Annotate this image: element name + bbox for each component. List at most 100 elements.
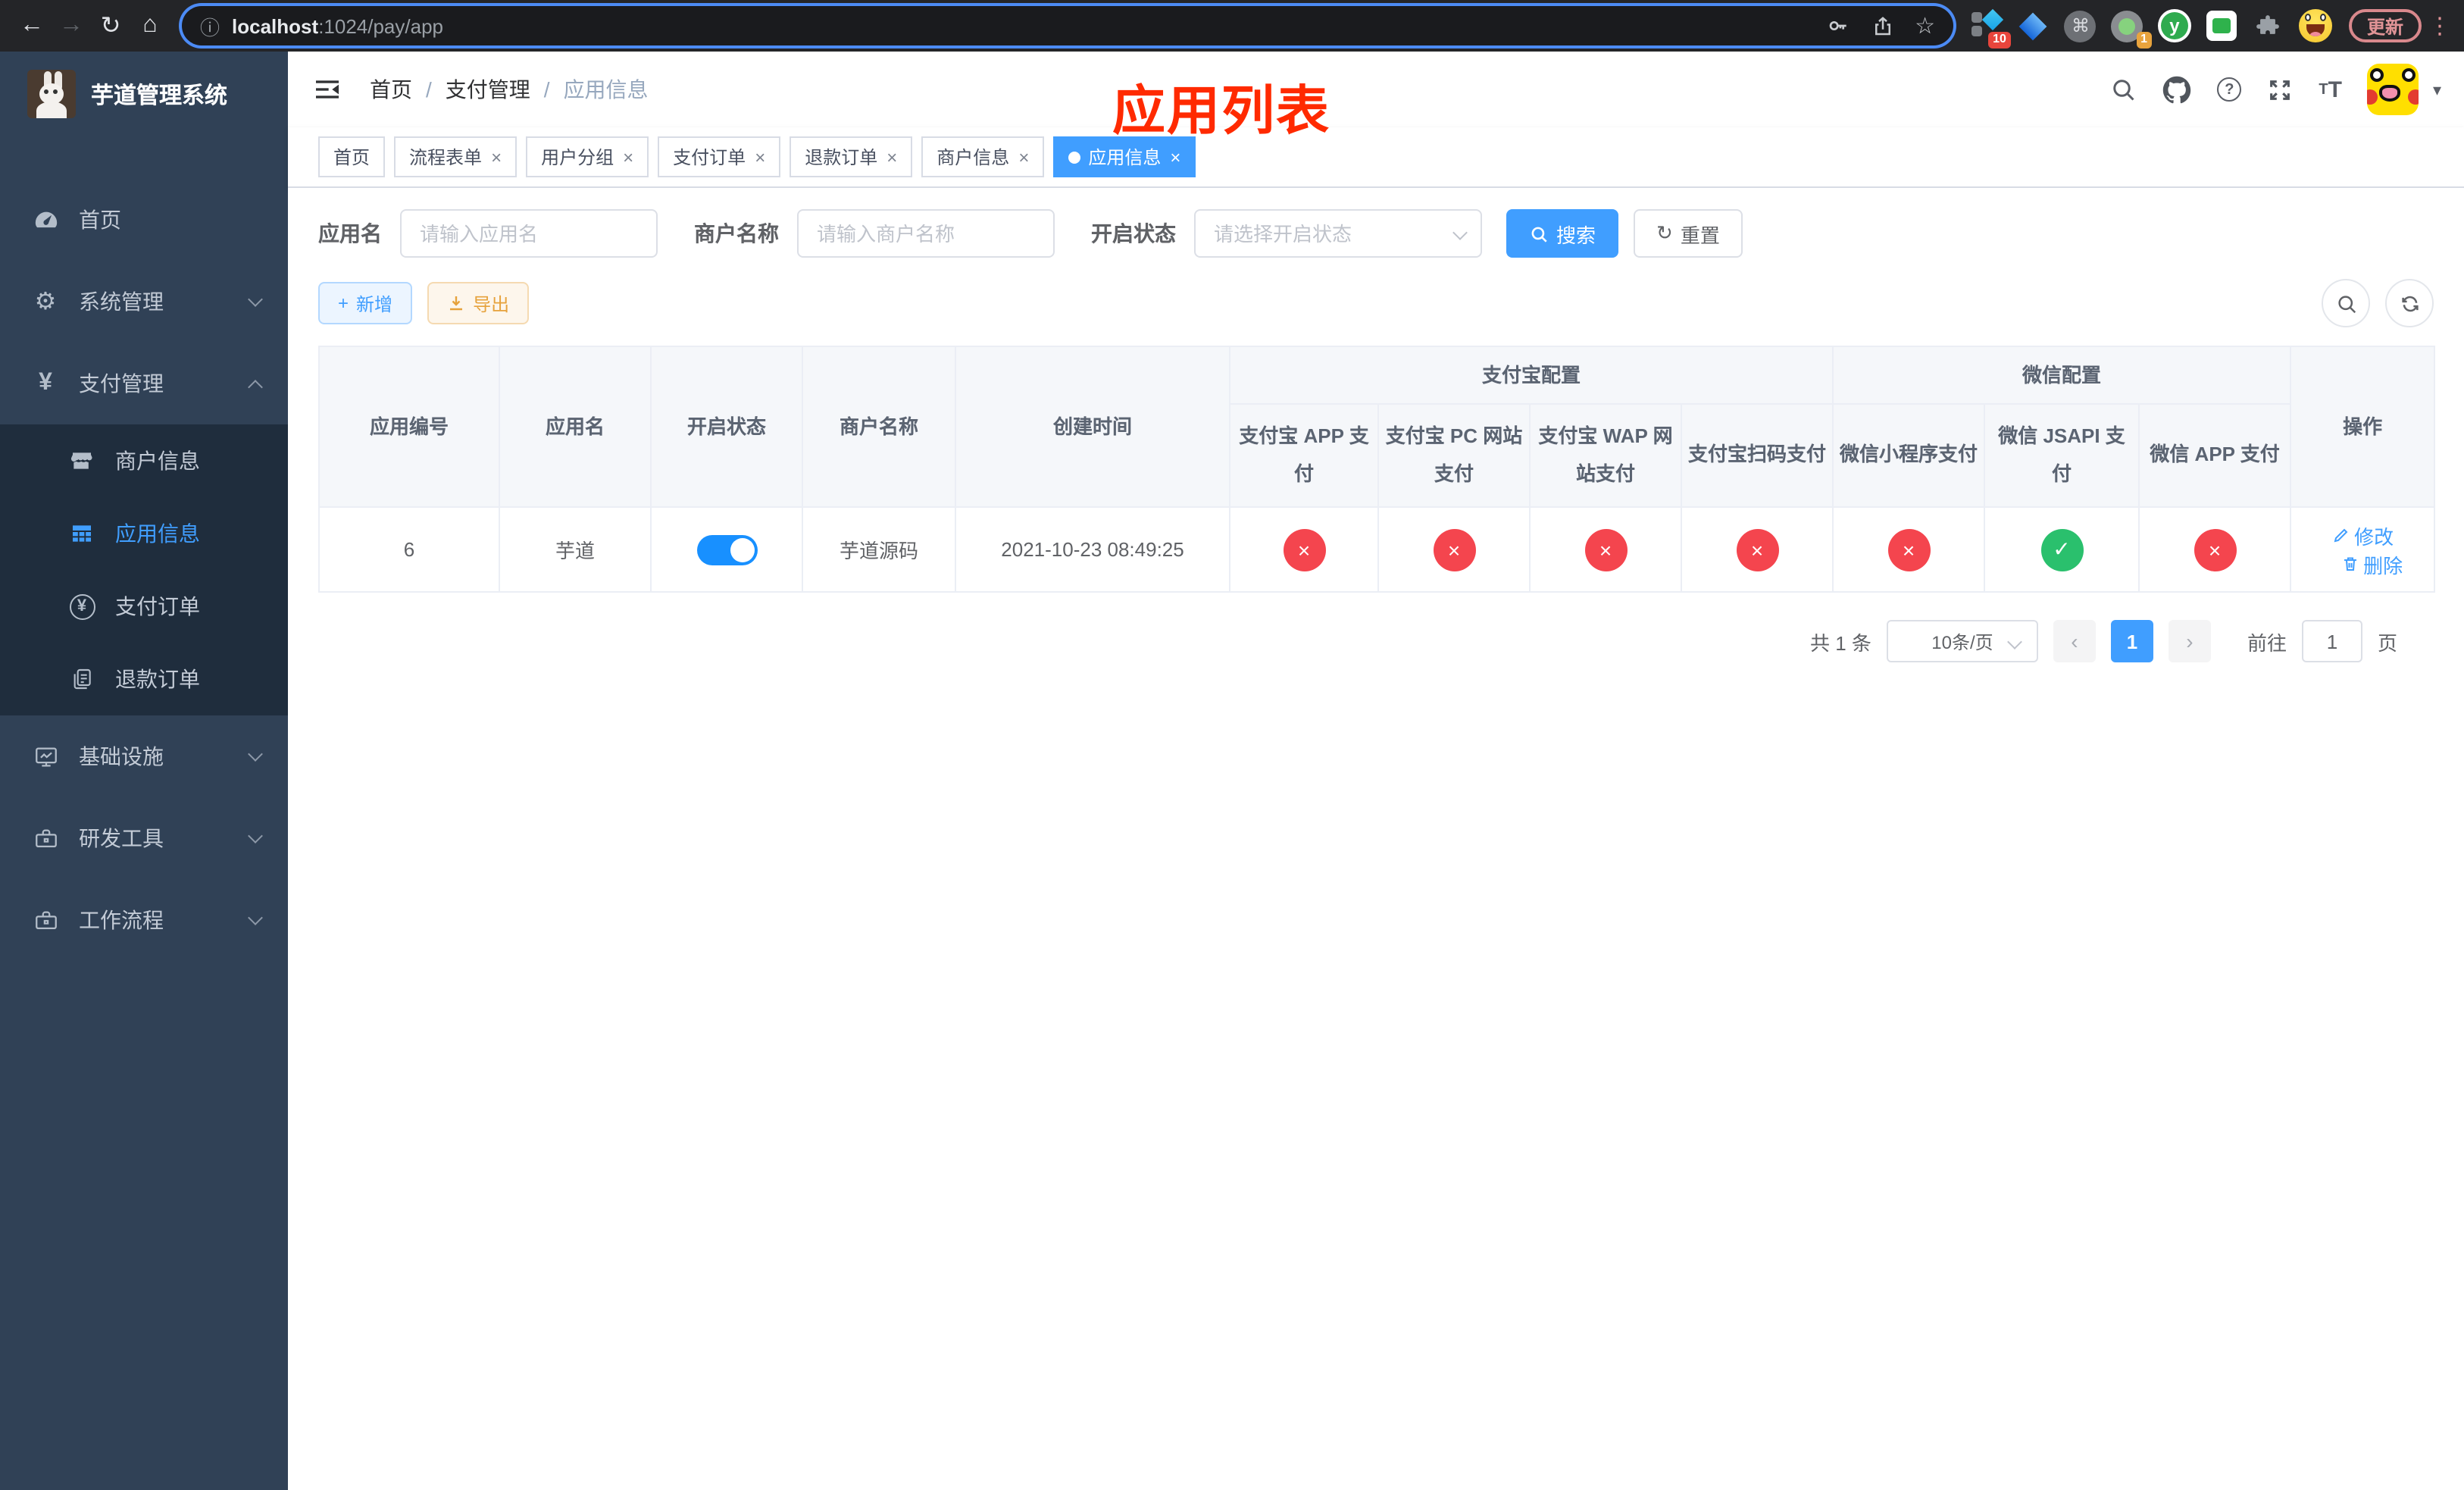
extension-proxy-icon[interactable]: 1 — [2109, 8, 2152, 49]
app-title: 芋道管理系统 — [91, 83, 228, 108]
address-bar[interactable]: ⓘ localhost:1024/pay/app ☆ — [182, 6, 1953, 45]
search-icon[interactable] — [2109, 76, 2137, 103]
tab-merchant-info[interactable]: 商户信息 × — [921, 136, 1045, 177]
breadcrumb-payment[interactable]: 支付管理 — [446, 74, 530, 105]
col-header-wx-app: 微信 APP 支付 — [2138, 403, 2292, 508]
sidebar-item-home[interactable]: 首页 — [0, 179, 288, 261]
delete-link[interactable]: 删除 — [2340, 549, 2403, 578]
browser-update-button[interactable]: 更新 — [2348, 9, 2422, 42]
app-name-input[interactable] — [400, 209, 658, 258]
url-path: :1024/pay/app — [318, 14, 443, 37]
extension-pinned-icon[interactable]: 10 — [1968, 8, 2011, 49]
github-icon[interactable] — [2162, 75, 2191, 104]
col-header-alipay-wap: 支付宝 WAP 网站支付 — [1529, 403, 1682, 508]
extension-badge: 10 — [1988, 32, 2011, 49]
sidebar-item-label: 基础设施 — [79, 744, 164, 768]
col-header-name: 应用名 — [499, 346, 652, 508]
sidebar-item-system[interactable]: ⚙ 系统管理 — [0, 261, 288, 343]
goto-page-input[interactable] — [2301, 620, 2362, 662]
browser-forward-icon[interactable]: → — [52, 6, 91, 45]
breadcrumb-separator: / — [426, 77, 432, 102]
sidebar-item-pay-order[interactable]: ¥ 支付订单 — [0, 570, 288, 643]
tab-process-form[interactable]: 流程表单 × — [394, 136, 518, 177]
sidebar-item-payment[interactable]: ¥ 支付管理 — [0, 343, 288, 424]
next-page-button[interactable]: › — [2168, 620, 2211, 662]
sidebar-item-label: 应用信息 — [115, 521, 200, 546]
sidebar-item-refund-order[interactable]: 退款订单 — [0, 643, 288, 715]
col-group-alipay: 支付宝配置 — [1228, 346, 1834, 405]
close-icon[interactable]: × — [886, 146, 897, 167]
tab-user-group[interactable]: 用户分组 × — [526, 136, 649, 177]
add-button[interactable]: + 新增 — [318, 282, 413, 324]
top-navbar: 首页 / 支付管理 / 应用信息 ? T T ▾ — [288, 52, 2464, 127]
share-icon[interactable] — [1871, 14, 1893, 37]
export-button[interactable]: 导出 — [427, 282, 530, 324]
tab-pay-order[interactable]: 支付订单 × — [658, 136, 781, 177]
col-header-created: 创建时间 — [955, 346, 1230, 508]
page-number-1[interactable]: 1 — [2110, 620, 2153, 662]
tags-view-bar: 首页 流程表单 × 用户分组 × 支付订单 × 退款订单 × 商户信息 × 应用信息 × — [288, 127, 2464, 188]
col-header-alipay-qr: 支付宝扫码支付 — [1680, 403, 1834, 508]
font-size-icon[interactable]: TT — [2319, 77, 2342, 102]
user-avatar[interactable] — [2367, 64, 2419, 115]
avatar-caret-icon[interactable]: ▾ — [2433, 80, 2441, 99]
site-info-icon[interactable]: ⓘ — [200, 11, 220, 40]
payment-submenu: 商户信息 应用信息 ¥ 支付订单 退款订单 — [0, 424, 288, 715]
status-select-input[interactable] — [1194, 209, 1482, 258]
browser-reload-icon[interactable]: ↻ — [91, 6, 130, 45]
table-row: 6 芋道 芋道源码 2021-10-23 08:49:25 × × × × × … — [318, 506, 2436, 593]
tab-refund-order[interactable]: 退款订单 × — [790, 136, 913, 177]
document-icon — [67, 667, 97, 691]
help-icon[interactable]: ? — [2217, 77, 2242, 102]
hide-search-button[interactable] — [2322, 279, 2370, 327]
fullscreen-icon[interactable] — [2267, 77, 2293, 102]
browser-menu-icon[interactable]: ⋮ — [2428, 12, 2452, 39]
extensions-puzzle-icon[interactable] — [2250, 8, 2287, 44]
close-icon[interactable]: × — [491, 146, 502, 167]
search-button[interactable]: 搜索 — [1506, 209, 1619, 258]
page-size-select[interactable]: 10条/页 — [1886, 620, 2038, 662]
sidebar-item-dev-tools[interactable]: 研发工具 — [0, 797, 288, 879]
sidebar-item-merchant-info[interactable]: 商户信息 — [0, 424, 288, 497]
chevron-up-icon — [248, 379, 263, 394]
search-form: 应用名 商户名称 开启状态 搜索 ↻ — [318, 209, 2434, 258]
breadcrumb-home[interactable]: 首页 — [370, 74, 412, 105]
table-toolbar: + 新增 导出 — [318, 279, 2434, 327]
logo-rabbit-image — [27, 70, 76, 118]
edit-link[interactable]: 修改 — [2331, 521, 2394, 549]
browser-back-icon[interactable]: ← — [12, 6, 52, 45]
chevron-down-icon — [248, 828, 263, 844]
status-toggle[interactable] — [696, 534, 757, 565]
close-icon[interactable]: × — [1170, 146, 1180, 167]
sidebar-collapse-icon[interactable] — [312, 74, 342, 105]
gear-icon: ⚙ — [34, 290, 57, 315]
browser-chrome: ← → ↻ ⌂ ⓘ localhost:1024/pay/app ☆ 10 ⌘ … — [0, 0, 2464, 52]
tab-home[interactable]: 首页 — [318, 136, 386, 177]
extension-y-icon[interactable]: y — [2156, 8, 2193, 44]
sidebar-item-workflow[interactable]: 工作流程 — [0, 879, 288, 961]
briefcase-icon — [30, 907, 61, 933]
sidebar-item-app-info[interactable]: 应用信息 — [0, 497, 288, 570]
extension-command-icon[interactable]: ⌘ — [2062, 8, 2099, 44]
refresh-table-button[interactable] — [2385, 279, 2434, 327]
sidebar-item-label: 商户信息 — [115, 449, 200, 473]
app-logo[interactable]: 芋道管理系统 — [0, 52, 288, 136]
bookmark-star-icon[interactable]: ☆ — [1915, 12, 1935, 39]
chevron-down-icon — [2007, 634, 2022, 650]
close-icon[interactable]: × — [755, 146, 765, 167]
extension-diamond-icon[interactable] — [2015, 8, 2052, 44]
merchant-name-input[interactable] — [797, 209, 1055, 258]
profile-avatar-icon[interactable] — [2297, 8, 2334, 44]
pagination: 共 1 条 10条/页 ‹ 1 › 前往 页 — [318, 620, 2434, 662]
close-icon[interactable]: × — [1018, 146, 1029, 167]
close-icon[interactable]: × — [623, 146, 633, 167]
status-select[interactable] — [1194, 209, 1482, 258]
extension-chat-icon[interactable] — [2203, 8, 2240, 44]
page-unit-label: 页 — [2377, 631, 2397, 654]
prev-page-button[interactable]: ‹ — [2053, 620, 2096, 662]
browser-home-icon[interactable]: ⌂ — [130, 6, 170, 45]
reset-button[interactable]: ↻ 重置 — [1634, 209, 1743, 258]
sidebar-item-infrastructure[interactable]: 基础设施 — [0, 715, 288, 797]
cell-merchant: 芋道源码 — [802, 506, 956, 593]
password-key-icon[interactable] — [1825, 14, 1850, 38]
